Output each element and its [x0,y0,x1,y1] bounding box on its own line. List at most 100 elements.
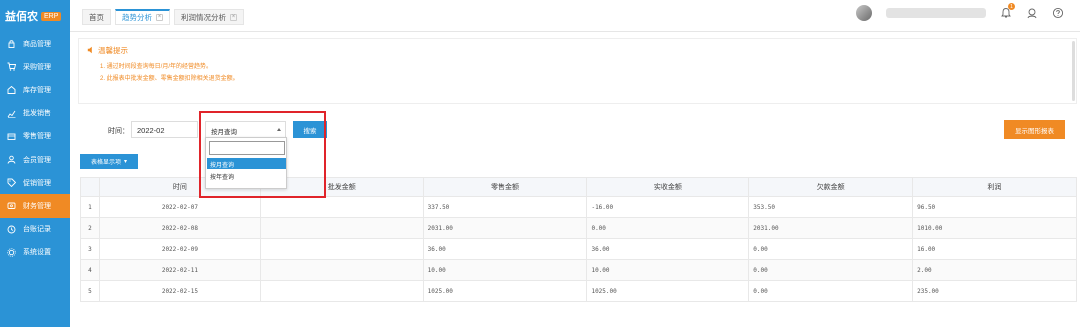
tab-2[interactable]: 利润情况分析 × [174,9,244,25]
app-logo[interactable]: 益佰农 ERP [0,0,70,32]
query-type-dropdown: 按月查询 按年查询 [205,137,287,189]
table-cell: 5 [80,280,100,302]
table-cell: 353.50 [748,196,914,218]
notification-badge: 1 [1008,3,1015,10]
date-input[interactable]: 2022-02 [131,121,198,138]
column-toggle-label: 表格显示项 [90,160,121,166]
lock-icon [7,39,16,49]
dropdown-option-month[interactable]: 按月查询 [207,158,286,169]
notice-title: 温馨提示 [87,45,128,56]
close-icon[interactable]: × [156,14,163,21]
table-cell: 2022-02-09 [98,238,261,260]
table-cell: 235.00 [912,280,1077,302]
table-cell: -16.00 [586,196,750,218]
table-cell: 4 [80,259,100,281]
top-bar: 首页 趋势分析 × 利润情况分析 × 1 [70,0,1080,32]
table-cell: 10.00 [422,259,588,281]
column-header[interactable]: 零售金额 [422,177,588,197]
table-cell: 16.00 [912,238,1077,260]
data-table: 时间 批发金额 零售金额 实收金额 欠款金额 利润 1 2022-02-07 337.50 -1… [80,177,1077,302]
wallet-icon [7,201,16,210]
table-cell: 1025.00 [422,280,588,302]
table-body: 1 2022-02-07 337.50 -16.00 353.50 96.50 2 2022-… [80,196,1077,302]
column-toggle-button[interactable]: 表格显示项 ▾ [80,154,138,169]
table-row[interactable]: 4 2022-02-11 10.00 10.00 0.00 2.00 [80,259,1077,281]
caret-up-icon [277,128,281,131]
table-cell: 3 [80,238,100,260]
tag-icon [7,178,16,188]
sidebar-item-3[interactable]: 批发销售 [0,102,70,125]
support-icon[interactable] [1026,7,1038,19]
tab-strip: 首页 趋势分析 × 利润情况分析 × [82,9,244,25]
sidebar-item-label: 批发销售 [23,110,51,118]
sidebar-item-9[interactable]: 系统设置 [0,241,70,264]
sidebar-item-label: 台账记录 [23,226,51,234]
dropdown-search-input[interactable] [209,141,285,155]
table-cell: 1010.00 [912,217,1077,239]
column-header[interactable]: 实收金额 [586,177,750,197]
column-header[interactable]: 利润 [912,177,1077,197]
table-cell: 0.00 [748,280,914,302]
table-cell: 2.00 [912,259,1077,281]
table-cell [259,196,424,218]
home-icon [7,85,16,95]
table-row[interactable]: 3 2022-02-09 36.00 36.00 0.00 16.00 [80,238,1077,260]
sidebar-item-0[interactable]: 商品管理 [0,32,70,55]
table-row[interactable]: 5 2022-02-15 1025.00 1025.00 0.00 235.00 [80,280,1077,302]
avatar[interactable] [856,5,872,21]
table-cell: 2031.00 [422,217,588,239]
column-header[interactable] [80,177,100,197]
help-icon[interactable] [1052,7,1064,19]
table-cell [259,238,424,260]
table-cell: 96.50 [912,196,1077,218]
table-cell: 2022-02-08 [98,217,261,239]
table-cell: 1025.00 [586,280,750,302]
table-cell: 36.00 [422,238,588,260]
dropdown-option-year[interactable]: 按年查询 [207,170,286,181]
sidebar-item-label: 会员管理 [23,156,51,164]
notice-scrollbar[interactable] [1072,41,1075,101]
search-button[interactable]: 搜索 [293,121,327,138]
show-chart-button[interactable]: 显示图形报表 [1004,120,1065,139]
tab-label: 趋势分析 [122,13,152,22]
user-icon [7,155,16,164]
bell-icon[interactable]: 1 [1000,3,1015,19]
sidebar-item-label: 采购管理 [23,63,51,71]
table-cell [259,217,424,239]
tab-1[interactable]: 趋势分析 × [115,9,170,25]
table-cell: 2022-02-07 [98,196,261,218]
table-row[interactable]: 1 2022-02-07 337.50 -16.00 353.50 96.50 [80,196,1077,218]
cart-icon [7,62,16,71]
table-cell: 2022-02-11 [98,259,261,281]
sidebar-item-6[interactable]: 促销管理 [0,171,70,194]
sidebar-item-label: 系统设置 [23,249,51,257]
tab-0[interactable]: 首页 [82,9,111,25]
sidebar-item-4[interactable]: 零售管理 [0,125,70,148]
table-cell: 0.00 [748,259,914,281]
notice-line-1: 1. 通过时间段查询每日/月/年的经营趋势。 [100,64,213,70]
sidebar-item-label: 零售管理 [23,133,51,141]
sidebar-item-8[interactable]: 台账记录 [0,218,70,241]
sidebar-item-5[interactable]: 会员管理 [0,148,70,171]
time-label: 时间： [108,128,129,135]
sidebar: 益佰农 ERP 商品管理采购管理库存管理批发销售零售管理会员管理促销管理财务管理… [0,0,70,327]
sidebar-item-label: 促销管理 [23,179,51,187]
chevron-down-icon: ▾ [124,159,128,165]
sidebar-item-1[interactable]: 采购管理 [0,55,70,78]
user-name-redacted [886,8,986,18]
logo-badge: ERP [41,11,62,21]
clock-icon [7,225,16,234]
logo-text: 益佰农 [5,10,38,23]
sidebar-item-7[interactable]: 财务管理 [0,194,70,218]
close-icon[interactable]: × [230,13,237,21]
sidebar-nav: 商品管理采购管理库存管理批发销售零售管理会员管理促销管理财务管理台账记录系统设置 [0,32,70,264]
table-cell: 0.00 [748,238,914,260]
column-header[interactable]: 欠款金额 [748,177,914,197]
table-cell: 10.00 [586,259,750,281]
table-cell: 0.00 [586,217,750,239]
table-row[interactable]: 2 2022-02-08 2031.00 0.00 2031.00 1010.00 [80,217,1077,239]
query-type-select[interactable]: 按月查询 [205,121,286,138]
sidebar-item-2[interactable]: 库存管理 [0,78,70,101]
sidebar-item-label: 商品管理 [23,40,51,48]
table-cell: 1 [80,196,100,218]
